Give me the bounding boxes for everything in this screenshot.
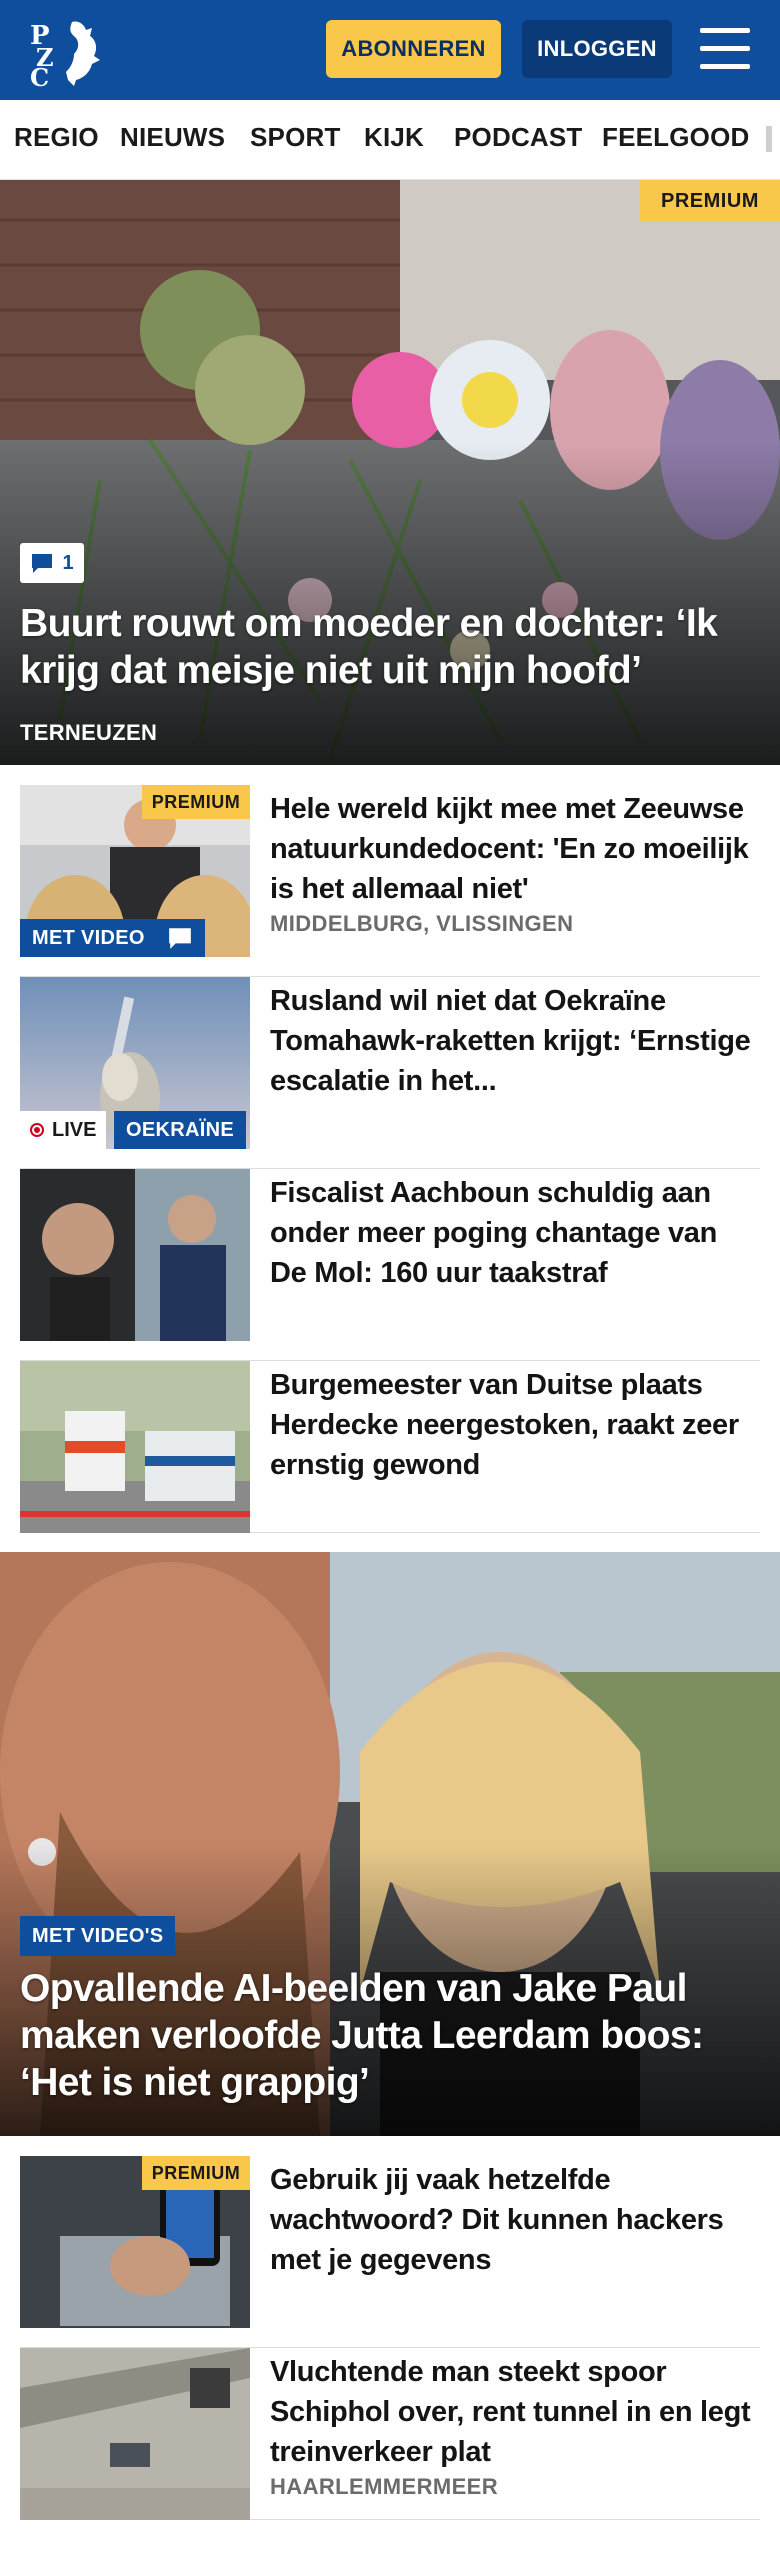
article-title[interactable]: Rusland wil niet dat Oekraïne Tomahawk-r… [270, 981, 760, 1101]
hero-title[interactable]: Buurt rouwt om moeder en dochter: ‘Ik kr… [20, 600, 770, 694]
article-tomahawk[interactable]: LIVE OEKRAÏNE Rusland wil niet dat Oekra… [20, 977, 760, 1169]
hero-article-memorial[interactable]: PREMIUM 1 Buurt rouwt om moeder en docht… [0, 180, 780, 765]
thumbnail-image-railway [20, 2348, 250, 2520]
comment-icon [168, 928, 191, 949]
nav-item-podcast[interactable]: PODCAST [454, 122, 583, 153]
article-title[interactable]: Vluchtende man steekt spoor Schiphol ove… [270, 2352, 760, 2472]
top-bar: P Z C ABONNEREN INLOGGEN [0, 0, 780, 100]
article-aachboun[interactable]: Fiscalist Aachboun schuldig aan onder me… [20, 1169, 760, 1361]
article-thumbnail [20, 1361, 250, 1533]
article-schiphol[interactable]: Vluchtende man steekt spoor Schiphol ove… [20, 2348, 760, 2520]
nav-item-nieuws[interactable]: NIEUWS [120, 122, 225, 153]
video-tag: MET VIDEO'S [20, 1916, 176, 1956]
nav-item-sport[interactable]: SPORT [250, 122, 341, 153]
live-dot-icon [30, 1123, 44, 1137]
article-thumbnail [20, 1169, 250, 1341]
article-passwords[interactable]: PREMIUM Gebruik jij vaak hetzelfde wacht… [20, 2156, 760, 2348]
thumbnail-image-emergency [20, 1361, 250, 1533]
live-label: LIVE [52, 1118, 97, 1141]
premium-badge: PREMIUM [142, 2156, 250, 2190]
article-title[interactable]: Hele wereld kijkt mee met Zeeuwse natuur… [270, 789, 760, 909]
article-title[interactable]: Burgemeester van Duitse plaats Herdecke … [270, 1365, 760, 1485]
comment-count-badge[interactable]: 1 [20, 543, 84, 583]
nav-item-kijk[interactable]: KIJK [364, 122, 424, 153]
video-label: MET VIDEO [32, 926, 145, 949]
nav-overflow-indicator [766, 126, 772, 152]
article-title[interactable]: Gebruik jij vaak hetzelfde wachtwoord? D… [270, 2160, 760, 2280]
article-location: MIDDELBURG, VLISSINGEN [270, 911, 574, 936]
login-button[interactable]: INLOGGEN [522, 20, 672, 78]
premium-badge: PREMIUM [142, 785, 250, 819]
article-thumbnail: PREMIUM [20, 2156, 250, 2328]
pzc-logo[interactable]: P Z C [28, 14, 112, 88]
article-thumbnail: PREMIUM MET VIDEO [20, 785, 250, 957]
article-herdecke[interactable]: Burgemeester van Duitse plaats Herdecke … [20, 1361, 760, 1533]
article-title[interactable]: Fiscalist Aachboun schuldig aan onder me… [270, 1173, 760, 1293]
section-nav: REGIO NIEUWS SPORT KIJK PODCAST FEELGOOD [0, 100, 780, 180]
article-thumbnail [20, 2348, 250, 2520]
hero-article-jake-paul[interactable]: MET VIDEO'S Opvallende AI-beelden van Ja… [0, 1552, 780, 2136]
svg-text:C: C [30, 63, 49, 88]
article-physics-teacher[interactable]: PREMIUM MET VIDEO Hele wereld kijkt mee … [20, 785, 760, 977]
video-tag: MET VIDEO [20, 919, 205, 957]
hero-location: TERNEUZEN [20, 720, 158, 745]
article-thumbnail: LIVE OEKRAÏNE [20, 977, 250, 1149]
article-location: HAARLEMMERMEER [270, 2474, 499, 2499]
premium-badge: PREMIUM [640, 180, 780, 222]
nav-item-feelgood[interactable]: FEELGOOD [602, 122, 750, 153]
comment-icon [32, 554, 53, 573]
hamburger-menu-icon[interactable] [700, 28, 750, 70]
comment-count: 1 [62, 551, 74, 574]
live-tag: LIVE [20, 1111, 107, 1149]
thumbnail-image-portraits [20, 1169, 250, 1341]
nav-item-regio[interactable]: REGIO [14, 122, 99, 153]
hero-title[interactable]: Opvallende AI-beelden van Jake Paul make… [20, 1965, 770, 2106]
subscribe-button[interactable]: ABONNEREN [326, 20, 501, 78]
topic-tag[interactable]: OEKRAÏNE [114, 1111, 246, 1149]
